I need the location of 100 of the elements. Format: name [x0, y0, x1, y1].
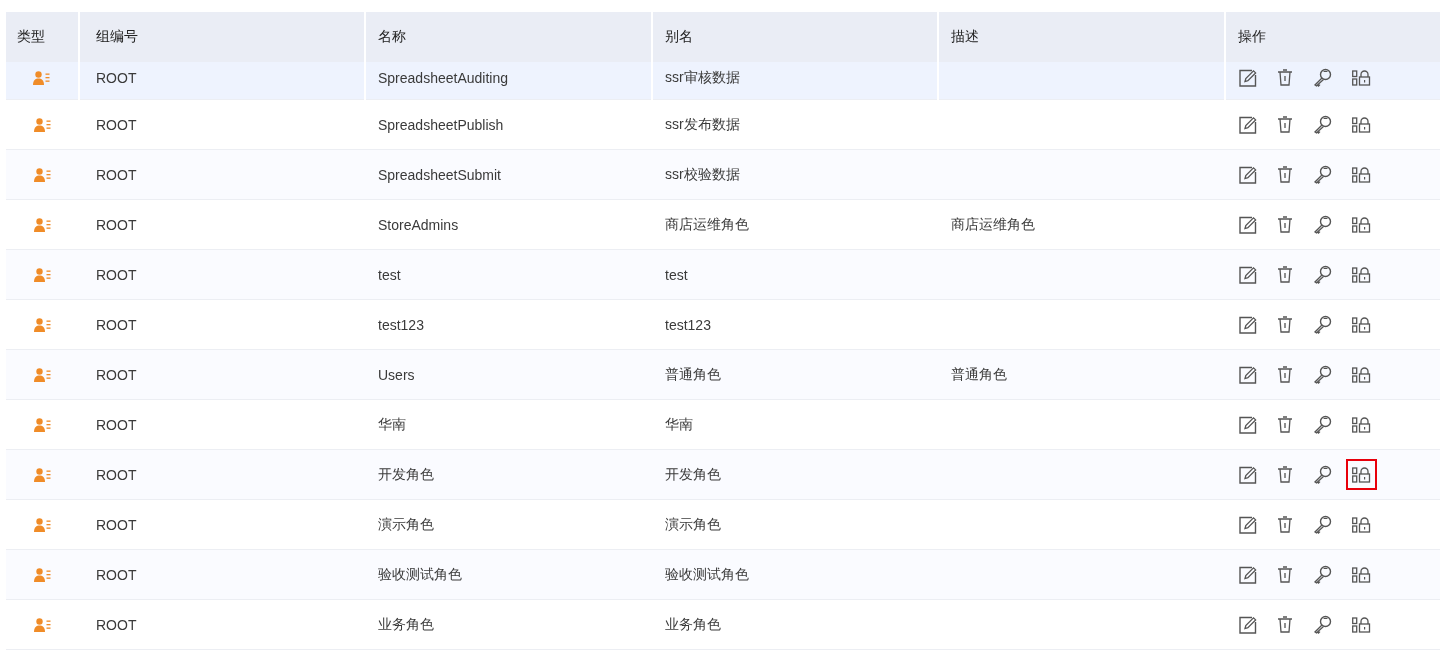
key-icon[interactable]	[1313, 615, 1332, 634]
table-cell: SpreadsheetAuditing	[378, 69, 508, 86]
table-cell: 演示角色	[378, 515, 434, 534]
key-icon[interactable]	[1313, 515, 1332, 534]
edit-icon[interactable]	[1239, 68, 1257, 87]
table-cell: 华南	[378, 415, 406, 434]
grid-lock-icon	[1352, 69, 1371, 86]
grid-lock-icon	[1352, 366, 1371, 383]
table-row[interactable]: ROOT SpreadsheetSubmit ssr校验数据	[6, 150, 1440, 200]
table-row[interactable]: ROOT test test	[6, 250, 1440, 300]
table-cell: SpreadsheetSubmit	[378, 166, 501, 183]
trash-icon[interactable]	[1277, 266, 1293, 283]
edit-icon[interactable]	[1239, 165, 1257, 184]
trash-icon[interactable]	[1277, 616, 1293, 633]
trash-icon[interactable]	[1277, 516, 1293, 533]
table-cell: Users	[378, 366, 415, 383]
column-header: 操作	[1238, 28, 1266, 46]
edit-icon[interactable]	[1239, 315, 1257, 334]
table-cell: ROOT	[96, 616, 137, 633]
table-cell: 演示角色	[665, 515, 721, 534]
table-cell: ROOT	[96, 366, 137, 383]
edit-icon[interactable]	[1239, 565, 1257, 584]
key-icon[interactable]	[1313, 265, 1332, 284]
table-cell: 业务角色	[378, 615, 434, 634]
edit-icon[interactable]	[1239, 115, 1257, 134]
key-icon[interactable]	[1313, 565, 1332, 584]
table-cell: 业务角色	[665, 615, 721, 634]
edit-icon[interactable]	[1239, 465, 1257, 484]
user-list-icon	[34, 117, 52, 132]
user-list-icon	[34, 317, 52, 332]
table-cell: ROOT	[96, 116, 137, 133]
table-cell: 商店运维角色	[951, 215, 1035, 234]
key-icon[interactable]	[1313, 465, 1332, 484]
user-list-icon	[34, 417, 52, 432]
table-row[interactable]: ROOT Users 普通角色 普通角色	[6, 350, 1440, 400]
user-list-icon	[34, 517, 52, 532]
trash-icon[interactable]	[1277, 316, 1293, 333]
grid-lock-icon	[1352, 216, 1371, 233]
table-cell: SpreadsheetPublish	[378, 116, 504, 133]
table-row[interactable]: ROOT 开发角色 开发角色	[6, 450, 1440, 500]
grid-lock-icon	[1352, 416, 1371, 433]
table-cell: test	[378, 266, 401, 283]
table-cell: ROOT	[96, 316, 137, 333]
grid-lock-icon	[1352, 616, 1371, 633]
table-cell: test	[665, 266, 688, 283]
table-cell: ROOT	[96, 516, 137, 533]
user-list-icon	[34, 617, 52, 632]
column-header: 类型	[17, 28, 45, 46]
key-icon[interactable]	[1313, 315, 1332, 334]
trash-icon[interactable]	[1277, 466, 1293, 483]
trash-icon[interactable]	[1277, 416, 1293, 433]
edit-icon[interactable]	[1239, 215, 1257, 234]
trash-icon[interactable]	[1277, 366, 1293, 383]
trash-icon[interactable]	[1277, 69, 1293, 86]
edit-icon[interactable]	[1239, 265, 1257, 284]
table-cell: 验收测试角色	[378, 565, 462, 584]
grid-lock-icon	[1352, 516, 1371, 533]
user-list-icon	[34, 217, 52, 232]
table-cell: 普通角色	[951, 365, 1007, 384]
key-icon[interactable]	[1313, 165, 1332, 184]
user-list-icon	[34, 367, 52, 382]
key-icon[interactable]	[1313, 415, 1332, 434]
grid-lock-icon	[1352, 116, 1371, 133]
edit-icon[interactable]	[1239, 515, 1257, 534]
table-row[interactable]: ROOT 验收测试角色 验收测试角色	[6, 550, 1440, 600]
trash-icon[interactable]	[1277, 116, 1293, 133]
user-list-icon	[33, 70, 51, 85]
key-icon[interactable]	[1313, 215, 1332, 234]
column-header: 别名	[665, 28, 693, 46]
table-cell: ROOT	[96, 566, 137, 583]
trash-icon[interactable]	[1277, 166, 1293, 183]
table-cell: ssr审核数据	[665, 68, 740, 87]
key-icon[interactable]	[1313, 115, 1332, 134]
trash-icon[interactable]	[1277, 216, 1293, 233]
table-cell: ssr校验数据	[665, 165, 740, 184]
permissions-button[interactable]	[1346, 459, 1377, 490]
table-cell: 普通角色	[665, 365, 721, 384]
grid-lock-icon	[1352, 316, 1371, 333]
edit-icon[interactable]	[1239, 415, 1257, 434]
grid-lock-icon	[1352, 166, 1371, 183]
grid-lock-icon	[1352, 266, 1371, 283]
key-icon[interactable]	[1313, 365, 1332, 384]
table-cell: test123	[378, 316, 424, 333]
column-header: 组编号	[96, 28, 138, 46]
trash-icon[interactable]	[1277, 566, 1293, 583]
column-header: 描述	[951, 28, 979, 46]
key-icon[interactable]	[1313, 68, 1332, 87]
user-list-icon	[34, 467, 52, 482]
table-cell: ROOT	[96, 466, 137, 483]
grid-lock-icon	[1352, 566, 1371, 583]
grid-lock-icon	[1352, 466, 1371, 483]
table-cell: ROOT	[96, 266, 137, 283]
table-cell: test123	[665, 316, 711, 333]
table-cell: ROOT	[96, 216, 137, 233]
table-cell: 验收测试角色	[665, 565, 749, 584]
column-header: 名称	[378, 28, 406, 46]
table-cell: 华南	[665, 415, 693, 434]
edit-icon[interactable]	[1239, 365, 1257, 384]
table-cell: StoreAdmins	[378, 216, 459, 233]
edit-icon[interactable]	[1239, 615, 1257, 634]
